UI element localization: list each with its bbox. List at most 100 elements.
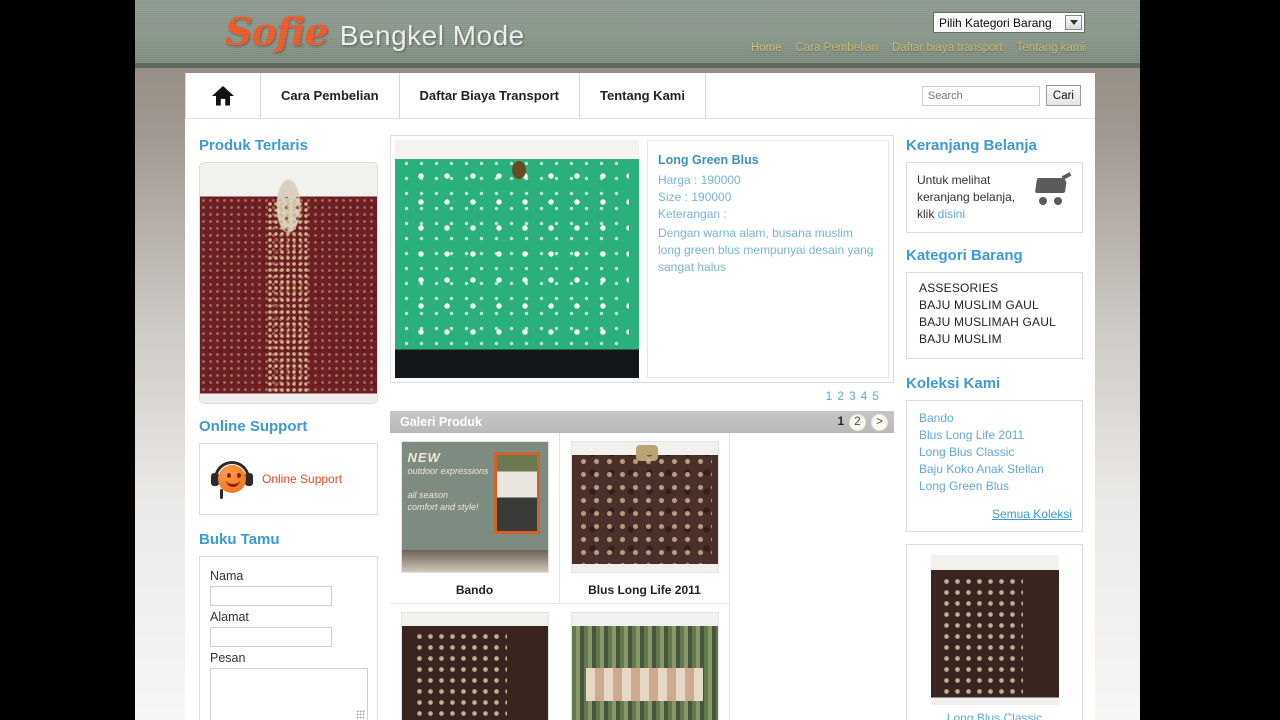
website-page: Sofie Bengkel Mode Pilih Kategori Barang… <box>135 0 1140 720</box>
category-item-baju-muslimah-gaul[interactable]: BAJU MUSLIMAH GAUL <box>919 314 1072 331</box>
guestbook-input-pesan[interactable] <box>210 668 368 720</box>
guestbook-input-alamat[interactable] <box>210 627 332 647</box>
category-select-value: Pilih Kategori Barang <box>939 15 1052 30</box>
category-list: ASSESORIES BAJU MUSLIM GAUL BAJU MUSLIMA… <box>906 272 1083 359</box>
gallery-title: Galeri Produk <box>400 415 482 429</box>
page-body: Produk Terlaris Online Support Online Su… <box>185 119 1095 720</box>
left-sidebar: Produk Terlaris Online Support Online Su… <box>185 129 390 720</box>
featured-page-2[interactable]: 2 <box>837 389 849 403</box>
search-input[interactable] <box>921 85 1040 106</box>
site-header: Sofie Bengkel Mode Pilih Kategori Barang… <box>135 0 1140 68</box>
gallery-item-caption: Blus Long Life 2011 <box>588 583 701 597</box>
guestbook-label-pesan: Pesan <box>210 651 246 665</box>
featured-product: Long Green Blus Harga : 190000 Size : 19… <box>390 135 894 383</box>
logo-text-main: Sofie <box>225 9 329 54</box>
online-support-panel[interactable]: Online Support <box>199 443 378 515</box>
shopping-cart-icon[interactable] <box>1032 172 1072 206</box>
featured-page-4[interactable]: 4 <box>861 389 873 403</box>
gallery-item-caption: Bando <box>455 583 494 597</box>
collection-item-blus-long-life-2011[interactable]: Blus Long Life 2011 <box>919 427 1072 444</box>
side-product-caption[interactable]: Long Blus Classic <box>913 711 1076 720</box>
home-icon <box>212 85 234 106</box>
best-seller-title: Produk Terlaris <box>199 137 308 154</box>
top-nav-item-home[interactable]: Home <box>751 42 782 54</box>
gallery-item[interactable]: NEW outdoor expressions all season comfort … <box>390 433 560 604</box>
gallery-item[interactable]: Blus Long Life 2011 <box>560 433 730 604</box>
top-nav-item-tentang-kami[interactable]: Tentang kami <box>1017 42 1085 54</box>
gallery-item-image[interactable]: NEW outdoor expressions all season comfort … <box>400 441 549 573</box>
gallery-pagination: 1 2 > <box>838 413 888 431</box>
collection-all-link-wrap: Semua Koleksi <box>919 505 1072 523</box>
featured-product-image[interactable] <box>395 140 639 378</box>
chevron-down-icon[interactable] <box>1065 15 1082 30</box>
gallery-header: Galeri Produk 1 2 > <box>390 411 894 433</box>
featured-product-title[interactable]: Long Green Blus <box>658 153 878 167</box>
cart-text: Untuk melihat keranjang belanja, klik di… <box>917 172 1028 223</box>
gallery-page-2[interactable]: 2 <box>849 413 866 431</box>
resize-handle-icon[interactable] <box>356 710 365 719</box>
collection-list: Bando Blus Long Life 2011 Long Blus Clas… <box>906 400 1083 532</box>
online-support-label[interactable]: Online Support <box>262 472 342 486</box>
collection-item-long-blus-classic[interactable]: Long Blus Classic <box>919 444 1072 461</box>
collection-all-link[interactable]: Semua Koleksi <box>992 507 1072 521</box>
featured-page-1[interactable]: 1 <box>826 389 838 403</box>
category-item-baju-muslim-gaul[interactable]: BAJU MUSLIM GAUL <box>919 297 1072 314</box>
gallery-item[interactable] <box>560 604 730 720</box>
featured-page-3[interactable]: 3 <box>849 389 861 403</box>
content-sheet: Cara Pembelian Daftar Biaya Transport Te… <box>185 73 1095 720</box>
gallery-grid: NEW outdoor expressions all season comfort … <box>390 433 894 720</box>
cart-link-disini[interactable]: disini <box>938 207 965 221</box>
top-nav-item-daftar-biaya-transport[interactable]: Daftar biaya transport <box>892 42 1003 54</box>
search-area: Cari <box>921 73 1095 118</box>
featured-page-5[interactable]: 5 <box>872 389 884 403</box>
category-title: Kategori Barang <box>906 247 1023 264</box>
side-product-image[interactable] <box>930 555 1059 705</box>
main-nav-item-cara-pembelian[interactable]: Cara Pembelian <box>261 73 400 118</box>
main-nav-item-tentang-kami[interactable]: Tentang Kami <box>580 73 706 118</box>
top-nav: Home Cara Pembelian Daftar biaya transpo… <box>751 42 1085 54</box>
category-item-baju-muslim[interactable]: BAJU MUSLIM <box>919 331 1072 348</box>
best-seller-product[interactable] <box>199 162 378 404</box>
collection-item-long-green-blus[interactable]: Long Green Blus <box>919 478 1072 495</box>
guestbook-form: Nama Alamat Pesan <box>199 556 378 720</box>
gallery-page-1[interactable]: 1 <box>838 416 844 428</box>
screenshot-stage: Sofie Bengkel Mode Pilih Kategori Barang… <box>0 0 1280 720</box>
category-item-assesories[interactable]: ASSESORIES <box>919 280 1072 297</box>
right-sidebar: Keranjang Belanja Untuk melihat keranjan… <box>900 129 1095 720</box>
best-seller-image <box>200 163 377 403</box>
featured-product-price: Harga : 190000 <box>658 173 741 187</box>
cart-panel: Untuk melihat keranjang belanja, klik di… <box>906 162 1083 233</box>
guestbook-label-alamat: Alamat <box>210 610 249 624</box>
guestbook-title: Buku Tamu <box>199 531 280 548</box>
online-support-title: Online Support <box>199 418 308 435</box>
main-nav: Cara Pembelian Daftar Biaya Transport Te… <box>185 73 1095 119</box>
main-nav-item-home[interactable] <box>185 73 261 118</box>
gallery-item-image[interactable] <box>401 612 549 720</box>
featured-product-keterangan-label: Keterangan : <box>658 207 727 221</box>
gallery-item-image[interactable] <box>570 612 719 720</box>
search-button[interactable]: Cari <box>1045 85 1081 106</box>
gallery-item-image[interactable] <box>570 441 719 573</box>
cart-text-label: Untuk melihat keranjang belanja, klik <box>917 173 1016 221</box>
side-product-panel[interactable]: Long Blus Classic <box>906 544 1083 720</box>
featured-product-info: Long Green Blus Harga : 190000 Size : 19… <box>647 140 889 378</box>
collection-item-baju-koko-anak-stellan[interactable]: Baju Koko Anak Stellan <box>919 461 1072 478</box>
featured-product-size: Size : 190000 <box>658 190 732 204</box>
guestbook-label-nama: Nama <box>210 569 244 583</box>
top-nav-item-cara-pembelian[interactable]: Cara Pembelian <box>796 42 878 54</box>
main-column: Long Green Blus Harga : 190000 Size : 19… <box>390 129 900 720</box>
cart-title: Keranjang Belanja <box>906 137 1037 154</box>
collection-item-bando[interactable]: Bando <box>919 410 1072 427</box>
guestbook-input-nama[interactable] <box>210 586 332 606</box>
gallery-item[interactable]: Long Blus Classic <box>390 604 560 720</box>
main-nav-item-daftar-biaya-transport[interactable]: Daftar Biaya Transport <box>400 73 580 118</box>
collection-title: Koleksi Kami <box>906 375 1001 392</box>
support-smiley-headset-icon <box>210 459 254 499</box>
featured-product-description: Dengan warna alam, busana muslim long gr… <box>658 226 874 274</box>
featured-pagination: 12345 <box>390 383 894 403</box>
category-select[interactable]: Pilih Kategori Barang <box>933 12 1085 33</box>
gallery-page-next[interactable]: > <box>871 413 888 431</box>
logo-text-sub: Bengkel Mode <box>339 20 525 51</box>
site-logo[interactable]: Sofie Bengkel Mode <box>225 9 525 54</box>
